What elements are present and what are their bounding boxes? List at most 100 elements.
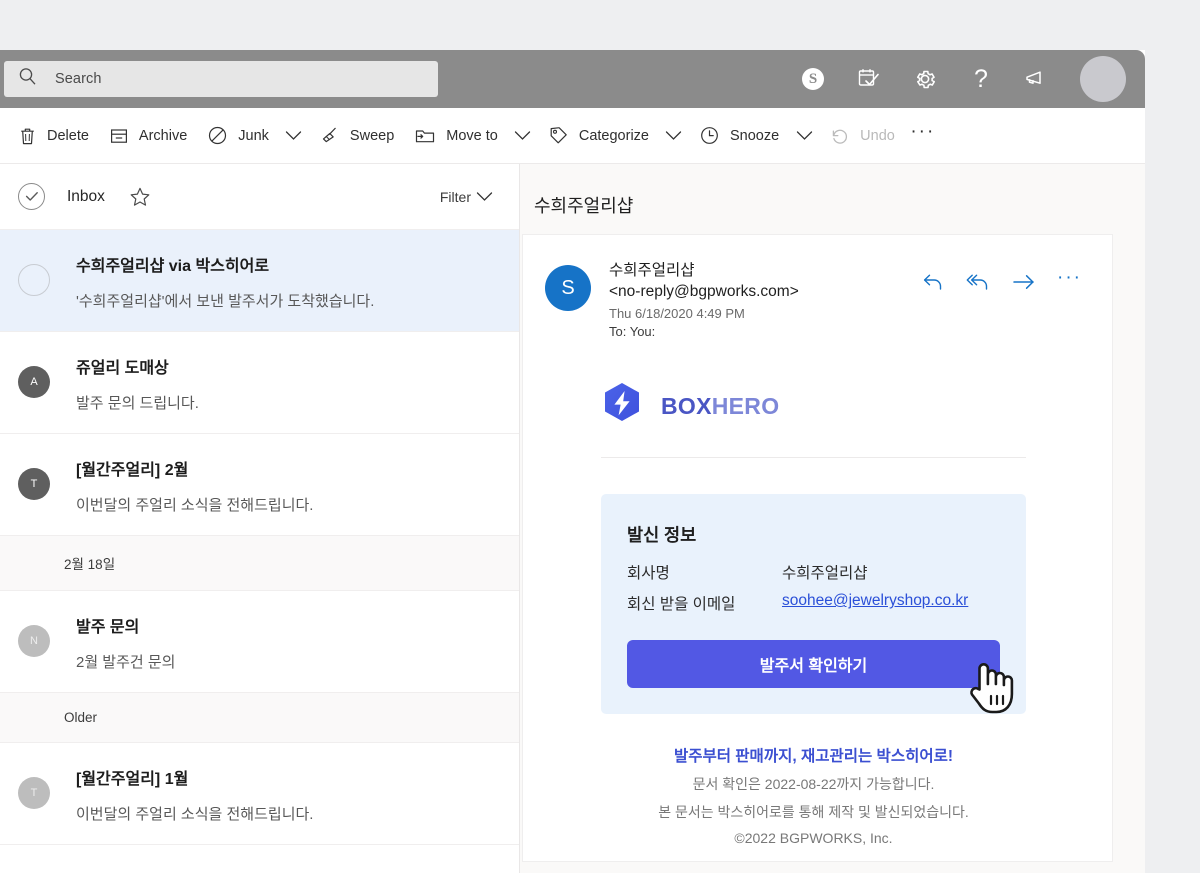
list-item[interactable]: N 발주 문의 2월 발주건 문의 [0,591,519,693]
footer-line: 본 문서는 박스히어로를 통해 제작 및 발신되었습니다. [553,802,1074,822]
reply-all-icon[interactable] [965,271,991,293]
undo-icon [829,125,850,146]
more-commands-button[interactable]: ··· [905,116,941,156]
boxhero-hexagon-bolt-icon [601,381,643,432]
filter-button[interactable]: Filter [440,177,497,217]
folder-title: Inbox [67,188,105,206]
boxhero-logo: BOXHERO [601,381,1074,432]
list-item-subject: [월간주얼리] 1월 [76,765,313,789]
list-item-preview: 2월 발주건 문의 [76,651,175,672]
ellipsis-icon[interactable]: ··· [1057,267,1082,297]
list-item-preview: '수희주얼리샵'에서 보낸 발주서가 도착했습니다. [76,290,374,311]
message-actions: ··· [921,261,1082,297]
info-row: 회사명 수희주얼리샵 [627,561,1000,583]
archive-button-label: Archive [139,128,187,144]
list-item[interactable]: T [월간주얼리] 2월 이번달의 주얼리 소식을 전해드립니다. [0,434,519,536]
sender-info-panel: 발신 정보 회사명 수희주얼리샵 회신 받을 이메일 soohee@jewelr… [601,494,1026,714]
hand-cursor-icon [964,654,1020,721]
help-icon[interactable]: ? [966,64,996,94]
list-item-subject: 쥬얼리 도매상 [76,354,199,378]
select-all-checkmark-icon[interactable] [18,183,45,210]
feedback-megaphone-icon[interactable] [1022,64,1052,94]
move-to-chevron-down-icon[interactable] [508,116,538,156]
footer-copyright: ©2022 BGPWORKS, Inc. [553,830,1074,846]
sweep-button[interactable]: Sweep [309,116,404,156]
info-row-key: 회신 받을 이메일 [627,592,782,614]
sent-timestamp: Thu 6/18/2020 4:49 PM [609,306,799,321]
tag-icon [548,125,569,146]
avatar: A [18,366,50,398]
search-placeholder: Search [55,71,102,87]
junk-button[interactable]: Junk [197,116,279,156]
junk-chevron-down-icon[interactable] [279,116,309,156]
logo-hero-text: HERO [712,393,780,419]
undo-button-label: Undo [860,128,895,144]
app-header: Search S ? [0,50,1145,108]
header-icon-group: S ? [798,56,1145,102]
move-to-button[interactable]: Move to [404,116,508,156]
categorize-chevron-down-icon[interactable] [659,116,689,156]
avatar: N [18,625,50,657]
star-icon[interactable] [129,186,151,208]
footer-tagline: 발주부터 판매까지, 재고관리는 박스히어로! [553,744,1074,766]
archive-button[interactable]: Archive [99,116,197,156]
undo-button: Undo [819,116,905,156]
avatar[interactable] [1080,56,1126,102]
broom-icon [319,125,340,146]
list-item-text: [월간주얼리] 2월 이번달의 주얼리 소식을 전해드립니다. [76,456,313,515]
date-separator: Older [0,693,519,743]
outlook-window: Search S ? [0,50,1145,873]
message-list-pane: Inbox Filter 수희주얼리샵 via 박스히어로 [0,164,520,873]
sender-info: 수희주얼리샵 <no-reply@bgpworks.com> Thu 6/18/… [609,261,799,339]
avatar: T [18,777,50,809]
confirm-order-button[interactable]: 발주서 확인하기 [627,640,1000,688]
forward-arrow-icon[interactable] [1011,272,1037,292]
archive-icon [109,126,129,146]
search-icon [18,67,37,91]
sender-name: 수희주얼리샵 [609,261,799,282]
snooze-button[interactable]: Snooze [689,116,789,156]
skype-icon-label: S [802,68,824,90]
page-title: 수희주얼리샵 [520,164,1145,234]
reply-email-link[interactable]: soohee@jewelryshop.co.kr [782,592,968,614]
list-item[interactable]: T [월간주얼리] 1월 이번달의 주얼리 소식을 전해드립니다. [0,743,519,845]
list-item-text: [월간주얼리] 1월 이번달의 주얼리 소식을 전해드립니다. [76,765,313,824]
list-item[interactable]: 수희주얼리샵 via 박스히어로 '수희주얼리샵'에서 보낸 발주서가 도착했습… [0,230,519,332]
search-input[interactable]: Search [4,61,438,97]
block-icon [207,125,228,146]
message-card: S 수희주얼리샵 <no-reply@bgpworks.com> Thu 6/1… [522,234,1113,862]
help-icon-label: ? [974,67,988,92]
info-row: 회신 받을 이메일 soohee@jewelryshop.co.kr [627,592,1000,614]
list-item-text: 수희주얼리샵 via 박스히어로 '수희주얼리샵'에서 보낸 발주서가 도착했습… [76,252,374,311]
categorize-button[interactable]: Categorize [538,116,659,156]
unread-indicator[interactable] [18,264,50,296]
list-item-subject: [월간주얼리] 2월 [76,456,313,480]
skype-icon[interactable]: S [798,64,828,94]
calendar-check-icon[interactable] [854,64,884,94]
snooze-button-label: Snooze [730,128,779,144]
footer-line: 문서 확인은 2022-08-22까지 가능합니다. [553,774,1074,794]
recipient-line: To: You: [609,324,799,339]
command-bar: Delete Archive Junk [0,108,1145,164]
email-footer: 발주부터 판매까지, 재고관리는 박스히어로! 문서 확인은 2022-08-2… [553,744,1074,846]
sender-email: <no-reply@bgpworks.com> [609,282,799,303]
clock-icon [699,125,720,146]
gear-icon[interactable] [910,64,940,94]
reply-icon[interactable] [921,271,945,293]
info-row-value: 수희주얼리샵 [782,561,868,583]
message-list-header: Inbox Filter [0,164,519,230]
filter-label: Filter [440,189,471,205]
folder-arrow-icon [414,126,436,146]
delete-button[interactable]: Delete [8,116,99,156]
logo-box-text: BOX [661,393,712,419]
list-item[interactable]: A 쥬얼리 도매상 발주 문의 드립니다. [0,332,519,434]
boxhero-wordmark: BOXHERO [661,393,779,420]
delete-button-label: Delete [47,128,89,144]
reading-pane: 수희주얼리샵 S 수희주얼리샵 <no-reply@bgpworks.com> … [520,164,1145,873]
list-item-subject: 수희주얼리샵 via 박스히어로 [76,252,374,276]
list-item-preview: 이번달의 주얼리 소식을 전해드립니다. [76,494,313,515]
list-item-preview: 이번달의 주얼리 소식을 전해드립니다. [76,803,313,824]
junk-button-label: Junk [238,128,269,144]
info-row-key: 회사명 [627,561,782,583]
snooze-chevron-down-icon[interactable] [789,116,819,156]
